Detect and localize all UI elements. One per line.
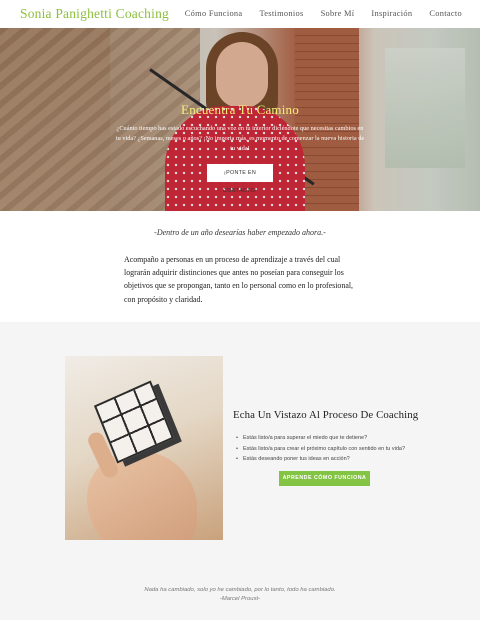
nav-link-sobre-mi[interactable]: Sobre Mí: [321, 9, 355, 18]
process-title: Echa Un Vistazo Al Proceso De Coaching: [233, 409, 419, 421]
footer-quote-author: -Marcel Proust-: [219, 595, 261, 602]
hero-section: Encuentra Tu Camino ¿Cuánto tiempo has e…: [0, 28, 480, 211]
list-item: Estás listo/a para superar el miedo que …: [236, 433, 405, 444]
nav-link-testimonios[interactable]: Testimonios: [259, 9, 303, 18]
intro-quote: -Dentro de un año desearías haber empeza…: [154, 228, 326, 237]
rubiks-cube-photo: [65, 356, 223, 540]
main-menu: Cómo Funciona Testimonios Sobre Mí Inspi…: [185, 9, 462, 18]
intro-paragraph: Acompaño a personas en un proceso de apr…: [124, 255, 353, 304]
hero-description: ¿Cuánto tiempo has estado escuchando una…: [115, 125, 365, 152]
nav-link-contacto[interactable]: Contacto: [429, 9, 462, 18]
learn-how-it-works-button[interactable]: APRENDE CÓMO FUNCIONA: [279, 471, 370, 486]
intro-section: -Dentro de un año desearías haber empeza…: [0, 211, 480, 322]
site-logo[interactable]: Sonia Panighetti Coaching: [20, 6, 169, 22]
nav-link-inspiracion[interactable]: Inspiración: [371, 9, 412, 18]
top-navbar: Sonia Panighetti Coaching Cómo Funciona …: [0, 0, 480, 28]
coaching-process-section: Echa Un Vistazo Al Proceso De Coaching E…: [0, 322, 480, 620]
list-item: Estás deseando poner tus ideas en acción…: [236, 454, 405, 465]
process-bullet-list: Estás listo/a para superar el miedo que …: [236, 433, 405, 465]
contact-button[interactable]: ¡PONTE EN CONTACTO!: [207, 164, 273, 194]
nav-link-como-funciona[interactable]: Cómo Funciona: [185, 9, 243, 18]
footer-quote-text: Nada ha cambiado, solo yo he cambiado, p…: [144, 587, 336, 593]
footer-quote: Nada ha cambiado, solo yo he cambiado, p…: [140, 586, 340, 603]
hero-title: Encuentra Tu Camino: [181, 102, 299, 117]
list-item: Estás listo/a para crear el próximo capí…: [236, 444, 405, 455]
